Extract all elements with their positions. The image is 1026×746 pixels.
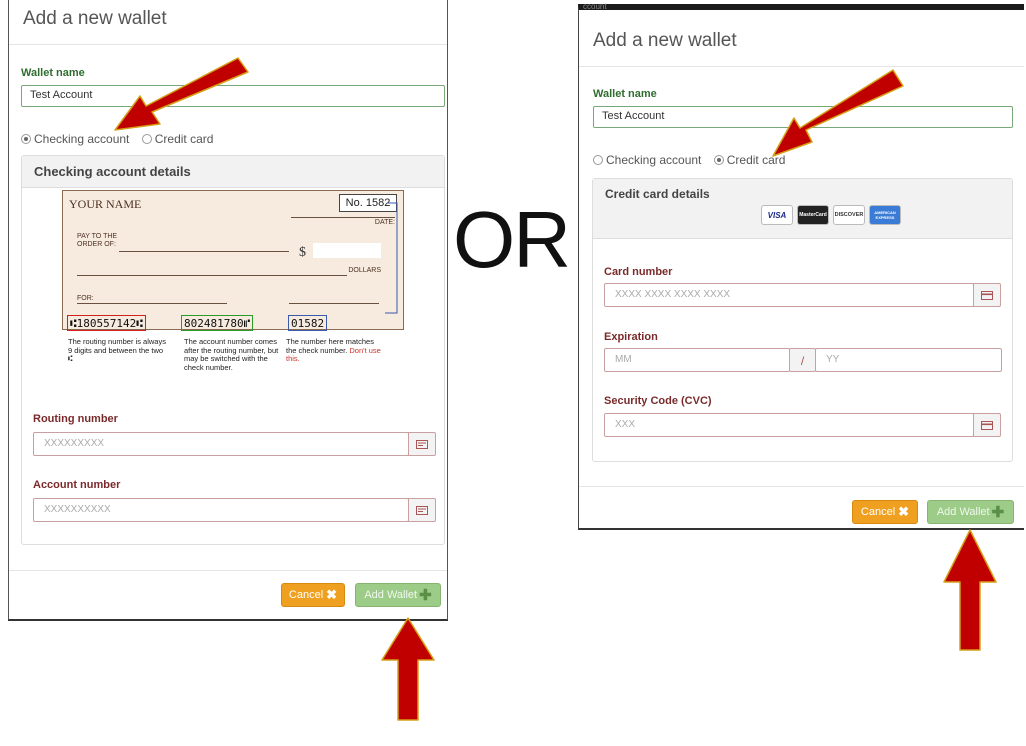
arrow-to-checking bbox=[114, 57, 249, 131]
arrow-to-add-wallet-left bbox=[381, 617, 435, 721]
annotation-arrows bbox=[114, 57, 997, 721]
arrow-to-credit-card bbox=[772, 69, 904, 157]
arrow-to-add-wallet-right bbox=[943, 529, 997, 651]
